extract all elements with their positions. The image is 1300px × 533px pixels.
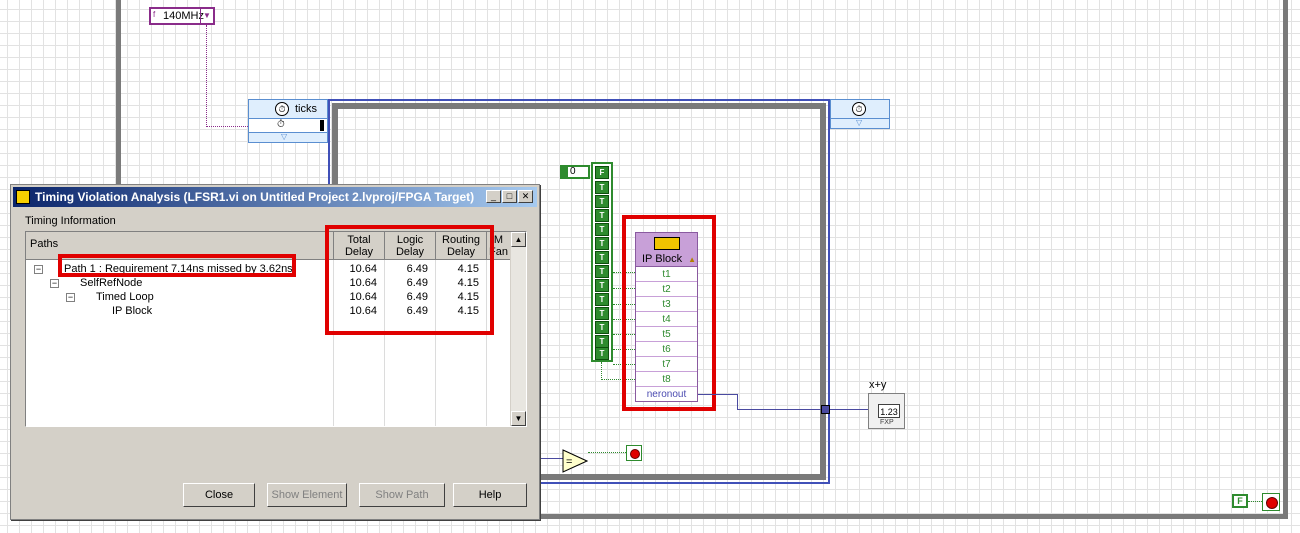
indicator-type-label: FXP [880, 419, 894, 426]
chevron-down-icon[interactable]: ▽ [281, 132, 287, 141]
svg-text:=: = [566, 456, 572, 468]
highlight-ip-block [622, 215, 716, 411]
timing-violation-dialog[interactable]: Timing Violation Analysis (LFSR1.vi on U… [10, 184, 540, 520]
tree-vertical-scrollbar[interactable]: ▲ ▼ [510, 232, 526, 426]
boolean-true-constant[interactable]: T [595, 265, 609, 278]
clock-icon: ⏱ [852, 102, 866, 116]
stop-terminal[interactable] [626, 445, 642, 461]
scroll-up-icon[interactable]: ▲ [511, 232, 526, 247]
dialog-title: Timing Violation Analysis (LFSR1.vi on U… [35, 190, 475, 204]
maximize-button[interactable]: □ [502, 190, 517, 203]
help-button[interactable]: Help [453, 483, 527, 507]
boolean-true-constant[interactable]: T [595, 181, 609, 194]
boolean-wire [1248, 501, 1262, 503]
ticks-label: ticks [295, 103, 317, 115]
boolean-wire [588, 452, 626, 454]
boolean-wire [601, 362, 603, 380]
col-header-fanout-line1: M [493, 234, 504, 246]
boolean-false-constant[interactable]: F [1232, 494, 1248, 508]
collapse-icon[interactable]: − [50, 279, 59, 288]
comparison-wire [540, 458, 564, 460]
clock-constant[interactable]: f 140MHz ▼ [149, 7, 215, 25]
show-path-button[interactable]: Show Path [359, 483, 445, 507]
stop-terminal[interactable] [1262, 493, 1280, 511]
clock-wire-horizontal [206, 126, 250, 128]
chevron-down-icon[interactable]: ▽ [856, 118, 862, 127]
show-element-button[interactable]: Show Element [267, 483, 347, 507]
row-label: Timed Loop [96, 291, 154, 303]
equal-comparison-node[interactable]: = [562, 449, 588, 473]
clock-icon: f [153, 10, 156, 19]
boolean-true-constant[interactable]: T [595, 223, 609, 236]
clock-icon: ⏱ [275, 102, 289, 116]
scroll-down-icon[interactable]: ▼ [511, 411, 526, 426]
tunnel[interactable] [821, 405, 830, 414]
numeric-constant-marker [562, 167, 568, 177]
add-label: x+y [869, 379, 887, 391]
terminal-marker [320, 120, 324, 131]
indicator-value: 1.23 [878, 404, 900, 418]
boolean-true-constant[interactable]: T [595, 293, 609, 306]
output-wire [737, 394, 739, 410]
boolean-true-constant[interactable]: T [595, 279, 609, 292]
numeric-constant[interactable]: 0 [560, 165, 590, 179]
timing-source-icon: ⏱ [277, 119, 285, 130]
boolean-true-constant[interactable]: T [595, 251, 609, 264]
timed-loop-input-node[interactable]: ⏱ ticks ⏱ ▽ [248, 99, 328, 143]
stop-icon [630, 449, 640, 459]
highlight-delay-values [325, 225, 494, 335]
numeric-constant-value: 0 [570, 166, 576, 177]
close-button[interactable]: Close [183, 483, 255, 507]
boolean-true-constant[interactable]: T [595, 307, 609, 320]
timing-info-label: Timing Information [25, 215, 116, 227]
clock-wire [206, 25, 208, 127]
close-icon[interactable]: ✕ [518, 190, 533, 203]
fxp-indicator[interactable]: 1.23 FXP [868, 393, 905, 429]
highlight-path-requirement [58, 254, 296, 277]
comparison-wire [540, 420, 542, 458]
clock-constant-value: 140MHz [163, 10, 204, 22]
boolean-true-constant[interactable]: T [595, 195, 609, 208]
boolean-true-constant[interactable]: T [595, 347, 609, 360]
collapse-icon[interactable]: − [34, 265, 43, 274]
boolean-true-constant[interactable]: T [595, 237, 609, 250]
boolean-true-constant[interactable]: T [595, 321, 609, 334]
row-label: IP Block [112, 305, 153, 317]
boolean-true-constant[interactable]: T [595, 209, 609, 222]
dialog-titlebar[interactable]: Timing Violation Analysis (LFSR1.vi on U… [13, 187, 537, 207]
output-wire [737, 409, 869, 411]
row-label: SelfRefNode [80, 277, 143, 289]
stop-icon [1266, 497, 1278, 509]
minimize-button[interactable]: _ [486, 190, 501, 203]
labview-icon [16, 190, 30, 204]
output-wire [698, 394, 738, 396]
boolean-false-constant[interactable]: F [595, 166, 609, 179]
chevron-down-icon[interactable]: ▼ [200, 9, 213, 23]
collapse-icon[interactable]: − [66, 293, 75, 302]
timed-loop-output-node[interactable]: ⏱ ▽ [830, 99, 890, 129]
